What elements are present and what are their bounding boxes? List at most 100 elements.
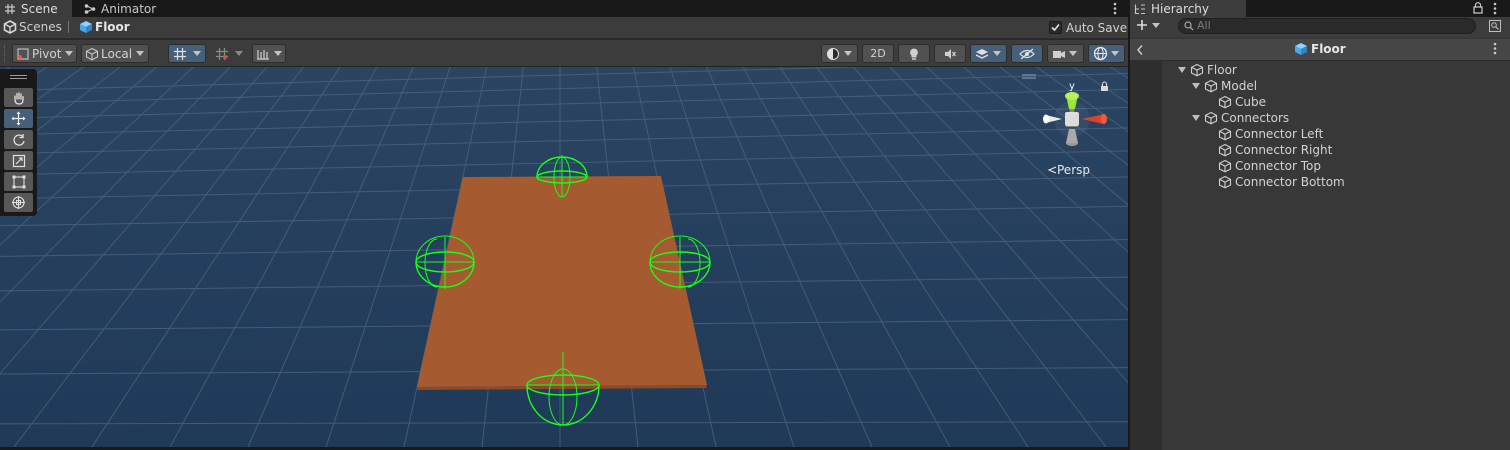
more-options-icon[interactable] <box>1492 42 1498 55</box>
animator-icon <box>84 3 96 15</box>
floor-plane[interactable] <box>417 176 707 387</box>
gameobject-cube-icon <box>1218 95 1232 109</box>
unity-logo-icon[interactable] <box>3 20 17 34</box>
hierarchy-item-label: Connector Bottom <box>1235 175 1345 189</box>
tab-scene[interactable]: Scene <box>0 0 72 17</box>
shading-mode-dropdown[interactable] <box>821 44 858 63</box>
increment-snap-icon <box>215 47 229 61</box>
gameobject-cube-icon <box>1218 127 1232 141</box>
scene-grid-icon <box>4 3 16 15</box>
shading-sphere-icon <box>826 47 840 61</box>
chevron-down-icon <box>1152 22 1160 28</box>
checkmark-icon <box>1051 23 1060 32</box>
auto-save-checkbox[interactable] <box>1049 21 1062 34</box>
create-add-button[interactable] <box>1136 19 1160 31</box>
transform-all-icon <box>11 195 26 210</box>
hierarchy-search-bar: All <box>1130 17 1510 37</box>
persp-toggle[interactable]: Persp <box>1047 163 1090 177</box>
tab-hierarchy-label: Hierarchy <box>1151 1 1210 16</box>
rotate-tool-button[interactable] <box>4 130 33 149</box>
grid-snap-icon <box>173 47 187 61</box>
hierarchy-item-label: Cube <box>1235 95 1266 109</box>
chevron-down-icon <box>993 51 1001 56</box>
effects-layers-icon <box>975 47 989 61</box>
hierarchy-list-icon <box>1134 3 1146 15</box>
eye-hidden-icon <box>1019 48 1035 60</box>
hierarchy-item-model[interactable]: Model <box>1192 78 1257 94</box>
gameobject-cube-icon <box>1204 111 1218 125</box>
hierarchy-item-label: Connectors <box>1221 111 1290 125</box>
gizmo-y-axis-label: y <box>1069 81 1075 92</box>
pivot-label: Pivot <box>32 46 62 61</box>
local-label: Local <box>101 46 133 61</box>
increment-snap-toggle[interactable] <box>210 44 248 63</box>
move-arrows-icon <box>11 111 26 126</box>
toolbar-grip <box>4 45 6 62</box>
hierarchy-item-connector-bottom[interactable]: Connector Bottom <box>1218 174 1345 190</box>
expand-triangle-icon[interactable] <box>1192 115 1200 121</box>
transform-tools-palette <box>0 69 37 216</box>
tab-hierarchy[interactable]: Hierarchy <box>1130 0 1246 17</box>
local-dropdown[interactable]: Local <box>81 44 149 63</box>
scene-toolbar: Pivot Local 2D <box>0 40 1128 67</box>
search-icon <box>1184 21 1194 31</box>
hierarchy-search-input[interactable]: All <box>1178 18 1476 34</box>
gizmo-globe-icon <box>1093 46 1108 61</box>
rect-tool-button[interactable] <box>4 172 33 191</box>
hierarchy-item-floor[interactable]: Floor <box>1178 62 1237 78</box>
expand-triangle-icon[interactable] <box>1192 83 1200 89</box>
prefab-cube-icon <box>1294 42 1308 56</box>
move-tool-button[interactable] <box>4 109 33 128</box>
light-bulb-icon <box>907 47 921 61</box>
hierarchy-item-label: Model <box>1221 79 1258 93</box>
breadcrumb-root[interactable]: Scenes <box>19 20 62 34</box>
camera-icon <box>1052 47 1066 61</box>
rotate-icon <box>12 133 26 147</box>
gizmos-dropdown[interactable] <box>1088 44 1125 63</box>
lock-icon[interactable] <box>1473 2 1483 14</box>
grid-snap-toggle[interactable] <box>168 44 206 63</box>
pivot-dropdown[interactable]: Pivot <box>12 44 77 63</box>
search-placeholder: All <box>1197 19 1211 32</box>
more-options-icon[interactable] <box>1112 2 1118 15</box>
hierarchy-item-cube[interactable]: Cube <box>1218 94 1266 110</box>
effects-dropdown[interactable] <box>970 44 1007 63</box>
tab-animator[interactable]: Animator <box>80 0 170 17</box>
palette-drag-handle[interactable] <box>10 75 27 79</box>
prefab-header: Floor <box>1130 39 1510 61</box>
expand-triangle-icon[interactable] <box>1178 67 1186 73</box>
scene-tab-bar: Scene Animator <box>0 0 1128 17</box>
chevron-down-icon <box>844 51 852 56</box>
prefab-cube-icon <box>79 20 93 34</box>
breadcrumb-current[interactable]: Floor <box>95 20 130 34</box>
ruler-snap-toggle[interactable] <box>252 44 286 63</box>
chevron-down-icon <box>136 51 145 56</box>
hierarchy-item-connector-top[interactable]: Connector Top <box>1218 158 1321 174</box>
gameobject-cube-icon <box>1218 143 1232 157</box>
mode-2d-toggle[interactable]: 2D <box>862 44 894 63</box>
transform-tool-button[interactable] <box>4 193 33 212</box>
chevron-down-icon <box>65 51 74 56</box>
chevron-down-icon <box>1069 51 1077 56</box>
audio-toggle[interactable] <box>934 44 966 63</box>
back-chevron-icon[interactable] <box>1136 44 1144 56</box>
hierarchy-tree: Floor Model Cube Connectors Connector Le… <box>1162 61 1510 450</box>
rect-transform-icon <box>12 175 26 189</box>
scale-tool-button[interactable] <box>4 151 33 170</box>
hierarchy-window: Hierarchy All Floor Floor Model Cube Con… <box>1130 0 1510 450</box>
hierarchy-gutter <box>1130 61 1162 450</box>
scene-visibility-toggle[interactable] <box>1011 44 1043 63</box>
hierarchy-item-connector-right[interactable]: Connector Right <box>1218 142 1332 158</box>
more-options-icon[interactable] <box>1492 2 1498 15</box>
lighting-toggle[interactable] <box>898 44 930 63</box>
hand-tool-button[interactable] <box>4 88 33 107</box>
auto-save-label: Auto Save <box>1066 21 1128 35</box>
hierarchy-item-connectors[interactable]: Connectors <box>1192 110 1289 126</box>
scene-viewport[interactable]: y Persp <box>0 67 1128 447</box>
camera-settings-dropdown[interactable] <box>1047 44 1084 63</box>
hierarchy-item-connector-left[interactable]: Connector Left <box>1218 126 1323 142</box>
hierarchy-item-label: Connector Top <box>1235 159 1321 173</box>
chevron-down-icon <box>1111 51 1119 56</box>
search-options-icon[interactable] <box>1489 20 1501 32</box>
gameobject-cube-icon <box>1204 79 1218 93</box>
